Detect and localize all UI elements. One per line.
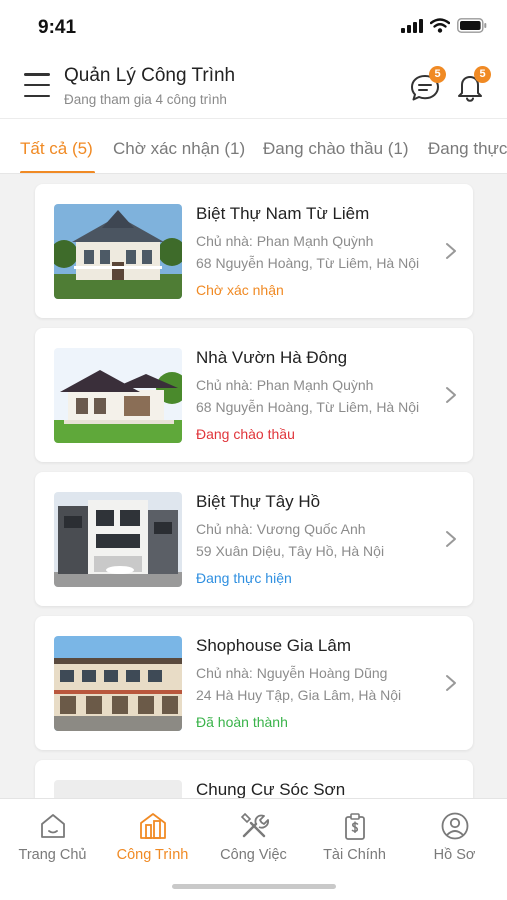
building-icon: [139, 813, 166, 839]
filter-tabs: Tất cả (5) Chờ xác nhận (1) Đang chào th…: [0, 118, 507, 174]
chat-badge: 5: [429, 66, 446, 83]
project-address: 68 Nguyễn Hoàng, Từ Liêm, Hà Nội: [196, 255, 420, 271]
chevron-right-icon: [446, 531, 456, 547]
project-address: 68 Nguyễn Hoàng, Từ Liêm, Hà Nội: [196, 399, 420, 415]
project-name: Biệt Thự Nam Từ Liêm: [196, 204, 370, 223]
tab-all[interactable]: Tất cả (5): [20, 139, 93, 159]
nav-home[interactable]: Trang Chủ: [2, 811, 103, 863]
nav-label: Tài Chính: [323, 847, 386, 863]
menu-icon-line: [24, 94, 50, 97]
project-card[interactable]: Biệt Thự Nam Từ Liêm Chủ nhà: Phan Mạnh …: [35, 184, 473, 318]
project-status: Đang thực hiện: [196, 570, 292, 586]
project-owner: Chủ nhà: Phan Mạnh Quỳnh: [196, 233, 374, 249]
wifi-icon: [430, 18, 450, 33]
project-owner: Chủ nhà: Nguyễn Hoàng Dũng: [196, 665, 388, 681]
status-time: 9:41: [38, 17, 77, 38]
menu-icon-line: [24, 83, 50, 87]
notification-badge: 5: [474, 66, 491, 83]
notification-button[interactable]: 5: [453, 66, 491, 104]
project-card[interactable]: Chung Cư Sóc Sơn: [35, 760, 473, 798]
project-thumbnail: [54, 204, 182, 299]
nav-tasks[interactable]: Công Việc: [203, 811, 304, 863]
project-name: Nhà Vườn Hà Đông: [196, 348, 348, 367]
project-status: Chờ xác nhận: [196, 282, 284, 298]
page-title: Quản Lý Công Trình: [64, 65, 236, 86]
project-list: Biệt Thự Nam Từ Liêm Chủ nhà: Phan Mạnh …: [0, 174, 507, 798]
signal-icon: [401, 18, 423, 33]
tab-in-progress[interactable]: Đang thực: [428, 139, 507, 159]
project-status: Đang chào thầu: [196, 426, 295, 442]
status-icons: [401, 18, 487, 33]
project-thumbnail: [54, 780, 182, 798]
menu-button[interactable]: [24, 73, 50, 97]
project-name: Biệt Thự Tây Hồ: [196, 492, 321, 511]
menu-icon-line: [24, 73, 50, 76]
project-name: Chung Cư Sóc Sơn: [196, 780, 346, 798]
project-thumbnail: [54, 348, 182, 443]
nav-profile[interactable]: Hồ Sơ: [404, 811, 505, 863]
project-thumbnail: [54, 492, 182, 587]
project-owner: Chủ nhà: Phan Mạnh Quỳnh: [196, 377, 374, 393]
nav-label: Công Trình: [116, 847, 189, 863]
project-thumbnail: [54, 636, 182, 731]
project-card[interactable]: Biệt Thự Tây Hồ Chủ nhà: Vương Quốc Anh …: [35, 472, 473, 606]
nav-label: Trang Chủ: [18, 847, 87, 863]
nav-label: Hồ Sơ: [433, 847, 476, 863]
battery-icon: [457, 18, 487, 33]
status-bar: 9:41: [0, 0, 507, 56]
profile-icon: [441, 812, 468, 840]
app-header: Quản Lý Công Trình Đang tham gia 4 công …: [0, 56, 507, 118]
tools-icon: [240, 812, 269, 838]
project-status: Đã hoàn thành: [196, 714, 288, 730]
chat-button[interactable]: 5: [408, 66, 446, 104]
nav-label: Công Việc: [220, 847, 287, 863]
chevron-right-icon: [446, 243, 456, 259]
nav-finance[interactable]: Tài Chính: [304, 811, 405, 863]
project-card[interactable]: Nhà Vườn Hà Đông Chủ nhà: Phan Mạnh Quỳn…: [35, 328, 473, 462]
home-indicator: [172, 884, 336, 889]
page-subtitle: Đang tham gia 4 công trình: [64, 92, 227, 107]
project-address: 24 Hà Huy Tập, Gia Lâm, Hà Nội: [196, 687, 402, 703]
project-address: 59 Xuân Diệu, Tây Hồ, Hà Nội: [196, 543, 385, 559]
project-card[interactable]: Shophouse Gia Lâm Chủ nhà: Nguyễn Hoàng …: [35, 616, 473, 750]
chevron-right-icon: [446, 387, 456, 403]
finance-icon: [344, 813, 365, 840]
project-owner: Chủ nhà: Vương Quốc Anh: [196, 521, 366, 537]
tab-bidding[interactable]: Đang chào thầu (1): [263, 139, 409, 159]
home-icon: [40, 814, 65, 838]
project-name: Shophouse Gia Lâm: [196, 636, 351, 655]
chevron-right-icon: [446, 675, 456, 691]
nav-projects[interactable]: Công Trình: [102, 811, 203, 863]
tab-pending-confirmation[interactable]: Chờ xác nhận (1): [113, 139, 245, 159]
